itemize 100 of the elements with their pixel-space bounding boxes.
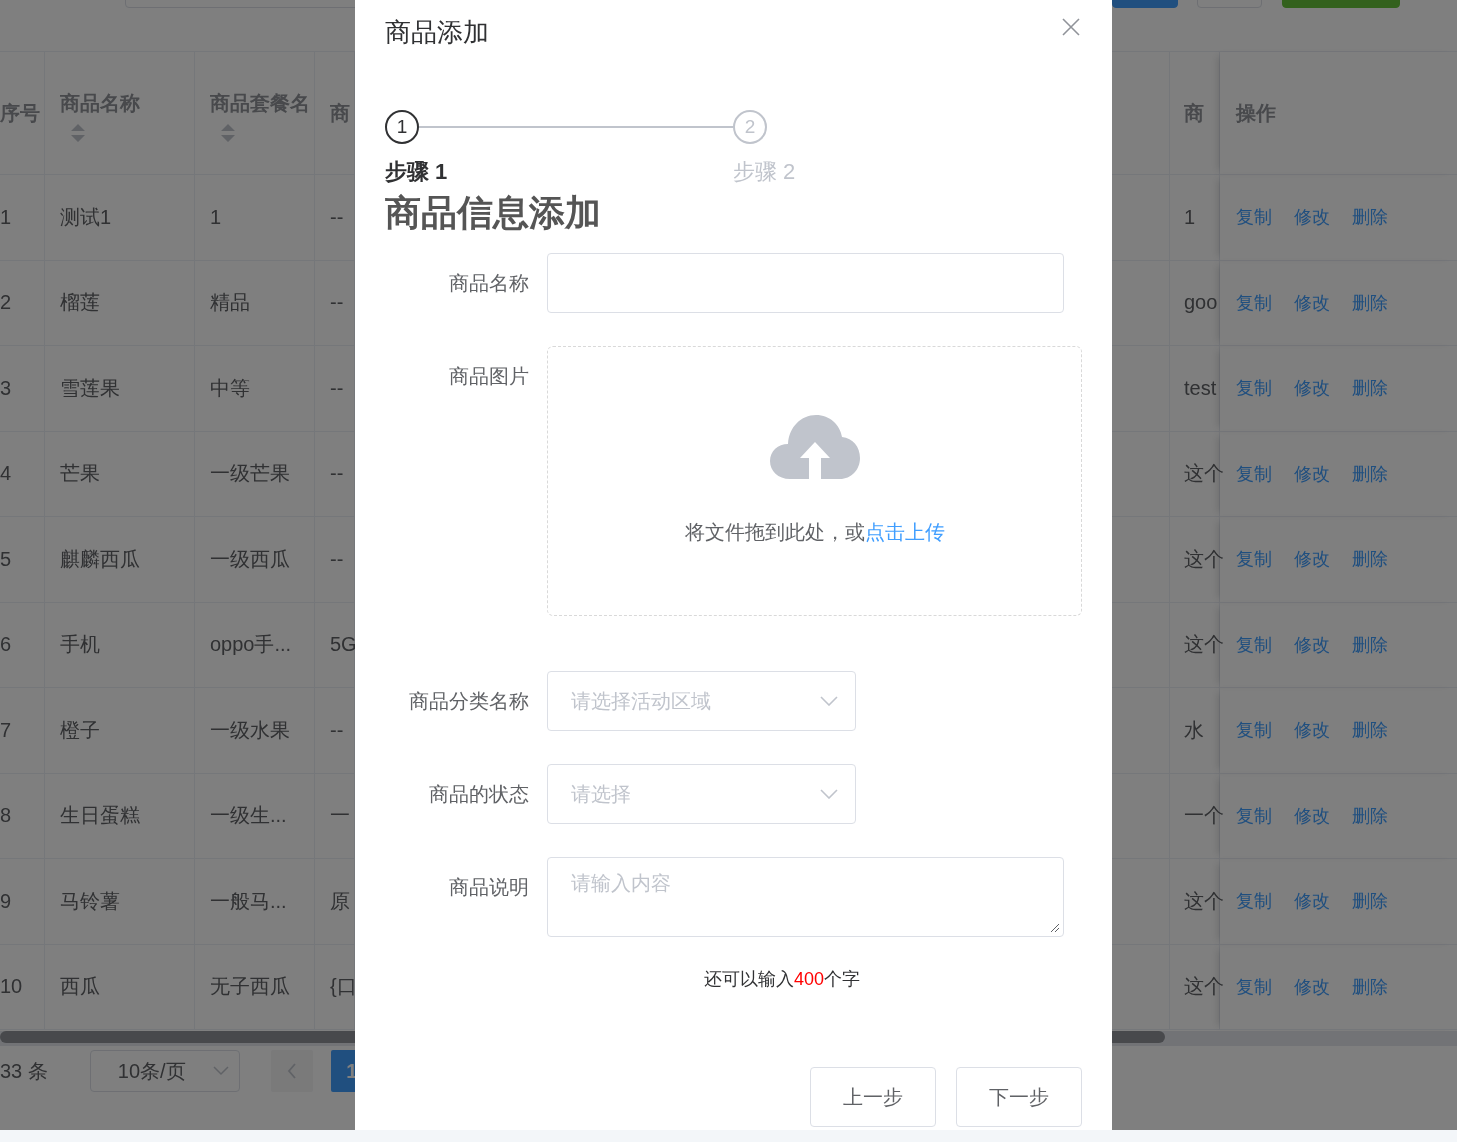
input-field[interactable] [547, 253, 1064, 313]
table-cell-text: 中等 [210, 375, 250, 401]
step-number: 1 [385, 110, 419, 144]
action-link[interactable]: 修改 [1294, 889, 1330, 914]
step-label: 步骤 2 [733, 158, 797, 186]
action-link[interactable]: 复制 [1236, 803, 1272, 828]
table-cell: -- [330, 291, 344, 315]
step-button[interactable]: 上一步 [810, 1067, 936, 1127]
table-cell-text: 精品 [210, 290, 250, 316]
table-cell: 2 [0, 291, 12, 315]
table-cell-text: 这个 [1184, 546, 1224, 572]
table-cell-text: 芒果 [60, 461, 100, 487]
chevron-down-icon [820, 789, 838, 799]
action-link[interactable]: 删除 [1352, 803, 1388, 828]
action-link[interactable]: 复制 [1236, 376, 1272, 401]
table-cell-text: 原 [330, 888, 350, 914]
action-link[interactable]: 修改 [1294, 718, 1330, 743]
action-link[interactable]: 复制 [1236, 547, 1272, 572]
total-count: 33 条 [0, 1058, 48, 1084]
action-link[interactable]: 修改 [1294, 632, 1330, 657]
action-link[interactable]: 复制 [1236, 461, 1272, 486]
table-cell: -- [330, 205, 344, 229]
close-icon[interactable] [1062, 18, 1080, 36]
table-cell-text: 这个 [1184, 888, 1224, 914]
table-cell: 7 [0, 718, 12, 742]
action-link[interactable]: 删除 [1352, 290, 1388, 315]
dialog-title: 商品添加 [385, 15, 489, 49]
table-cell-text: 橙子 [60, 717, 100, 743]
field-label: 商品名称 [449, 272, 529, 294]
table-cell: 3 [0, 376, 12, 400]
action-link[interactable]: 删除 [1352, 718, 1388, 743]
sort-icon[interactable] [220, 123, 236, 143]
table-cell: -- [330, 376, 344, 400]
action-link[interactable]: 删除 [1352, 889, 1388, 914]
table-cell: 1 [210, 205, 222, 229]
resize-handle-icon[interactable] [1050, 923, 1060, 933]
chevron-down-icon [212, 1066, 229, 1076]
table-cell: goo [1184, 291, 1218, 315]
chevron-down-icon [820, 696, 838, 706]
action-link[interactable]: 删除 [1352, 376, 1388, 401]
table-cell: -- [330, 718, 344, 742]
action-link[interactable]: 删除 [1352, 547, 1388, 572]
action-link[interactable]: 修改 [1294, 376, 1330, 401]
table-cell-text: {口 [330, 974, 357, 1000]
table-cell-text: 生日蛋糕 [60, 803, 140, 829]
page-size-select[interactable]: 10条/页 [89, 1050, 240, 1092]
table-cell-text: 这个 [1184, 974, 1224, 1000]
table-cell-text: 水 [1184, 717, 1204, 743]
table-cell-text: 一个 [1184, 803, 1224, 829]
action-link[interactable]: 复制 [1236, 889, 1272, 914]
table-cell: 4 [0, 462, 12, 486]
table-cell: -- [330, 547, 344, 571]
table-cell: -- [330, 462, 344, 486]
action-link[interactable]: 复制 [1236, 718, 1272, 743]
table-cell: 6 [0, 633, 12, 657]
cloud-upload-icon [769, 413, 860, 481]
action-link[interactable]: 删除 [1352, 632, 1388, 657]
char-counter: 还可以输入400个字 [704, 968, 862, 991]
action-link[interactable]: 复制 [1236, 290, 1272, 315]
action-link[interactable]: 删除 [1352, 974, 1388, 999]
sort-icon[interactable] [70, 123, 86, 143]
action-link[interactable]: 复制 [1236, 974, 1272, 999]
step-button[interactable]: 下一步 [956, 1067, 1082, 1127]
step-label: 步骤 1 [385, 158, 449, 186]
action-link[interactable]: 修改 [1294, 547, 1330, 572]
action-link[interactable]: 修改 [1294, 803, 1330, 828]
table-cell: test [1184, 376, 1217, 400]
upload-link[interactable]: 点击上传 [864, 521, 945, 543]
action-link[interactable]: 修改 [1294, 461, 1330, 486]
chevron-left-icon [286, 1063, 297, 1079]
table-cell-text: 雪莲果 [60, 375, 120, 401]
prev-page-button[interactable] [270, 1050, 313, 1092]
step-number: 2 [733, 110, 767, 144]
action-link[interactable]: 修改 [1294, 974, 1330, 999]
field-label: 商品分类名称 [409, 690, 529, 712]
table-cell-text: 一级生... [210, 803, 287, 829]
table-cell-text: 测试1 [60, 204, 112, 230]
table-cell: 5G [330, 633, 357, 657]
table-cell-text: 一级水果 [210, 717, 290, 743]
action-link[interactable]: 删除 [1352, 205, 1388, 230]
textarea-field[interactable]: 请输入内容 [547, 857, 1064, 937]
upload-hint: 将文件拖到此处，或点击上传 [684, 520, 945, 545]
action-link[interactable]: 复制 [1236, 205, 1272, 230]
action-link[interactable]: 修改 [1294, 205, 1330, 230]
table-cell: 9 [0, 889, 12, 913]
select-field[interactable]: 请选择活动区域 [547, 671, 856, 731]
action-link[interactable]: 删除 [1352, 461, 1388, 486]
table-cell-text: 这个 [1184, 461, 1224, 487]
table-cell-text: 一般马... [210, 888, 287, 914]
table-cell-text: 手机 [60, 632, 100, 658]
table-cell-text: 麒麟西瓜 [60, 546, 140, 572]
field-label: 商品的状态 [429, 783, 529, 805]
field-label: 商品图片 [449, 365, 529, 387]
table-cell-text: 这个 [1184, 632, 1224, 658]
table-cell-text: 马铃薯 [60, 888, 120, 914]
select-field[interactable]: 请选择 [547, 764, 856, 824]
action-link[interactable]: 修改 [1294, 290, 1330, 315]
action-link[interactable]: 复制 [1236, 632, 1272, 657]
table-cell-text: oppo手... [210, 632, 292, 658]
upload-area[interactable]: 将文件拖到此处，或点击上传 [547, 346, 1082, 616]
